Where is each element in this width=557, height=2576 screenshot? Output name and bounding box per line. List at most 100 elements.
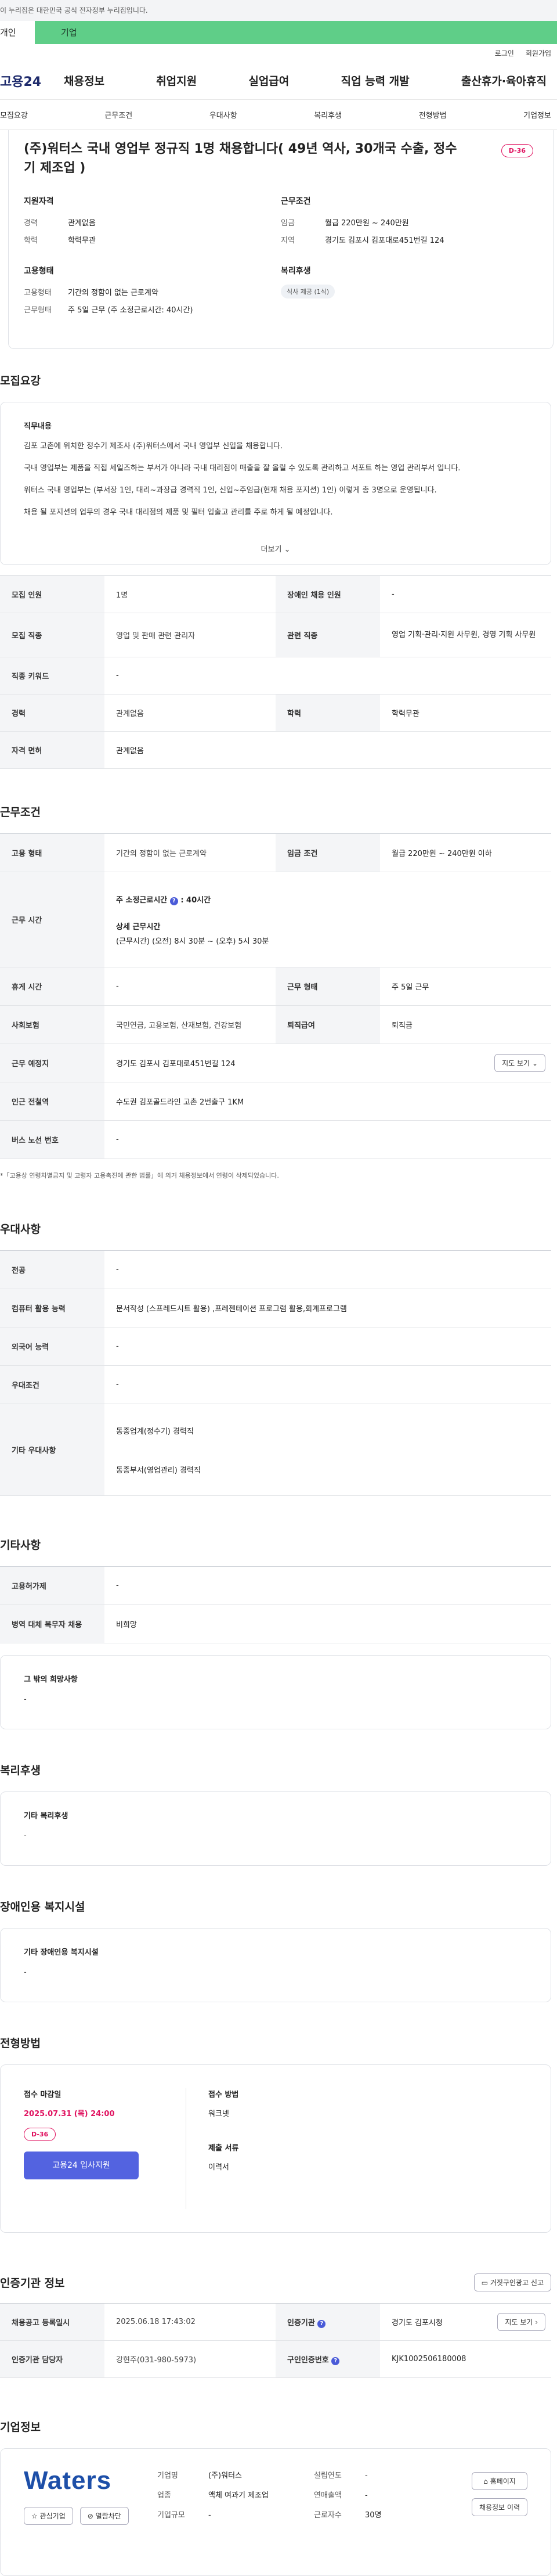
gnb-item-leave[interactable]: 출산휴가·육아휴직: [461, 73, 547, 88]
utility-bar: 로그인 회원가입: [0, 44, 557, 62]
anchor-company[interactable]: 기업정보: [523, 109, 551, 120]
type-workform: 근무형태 주 5일 근무 (주 소정근로시간: 40시간): [24, 302, 281, 319]
cell-label: 인증기관 ?: [276, 2303, 380, 2341]
company-box: Waters ☆ 관심기업 ⊘ 열람차단 기업명 (주)워터스 업종 액체 여과기 …: [0, 2448, 551, 2576]
table-row: 고용 형태 기간의 정함이 없는 근로계약 임금 조건 월급 220만원 ~ 240…: [0, 833, 551, 872]
cell-label: 고용허가제: [0, 1566, 104, 1605]
disability-box-value: -: [24, 1968, 27, 1977]
company-size-label: 기업규모: [157, 2511, 185, 2520]
login-link[interactable]: 로그인: [495, 48, 514, 58]
process-section-title: 전형방법: [0, 2037, 41, 2050]
deadline-col: 접수 마감일 2025.07.31 (목) 24:00 D-36 고용24 입사…: [24, 2088, 186, 2209]
tab-personal[interactable]: 개인: [0, 21, 35, 44]
homepage-button[interactable]: ⌂ 홈페이지: [471, 2472, 527, 2490]
disability-section-title: 장애인용 복지시설: [0, 1901, 85, 1913]
docs-title: 제출 서류: [208, 2144, 239, 2153]
job-description-line: 국내 영업부는 제품을 직접 세일즈하는 부서가 아니라 국내 대리점이 매출을…: [24, 464, 461, 473]
block-view-button[interactable]: ⊘ 열람차단: [79, 2507, 129, 2525]
cell-label: 모집 직종: [0, 613, 104, 657]
chevron-down-icon: ⌄: [284, 545, 291, 554]
star-icon: ☆: [31, 2512, 38, 2520]
method-title: 접수 방법: [208, 2091, 239, 2099]
meal-chip: 식사 제공 (1식): [281, 285, 335, 298]
table-row: 자격 면허 관계없음: [0, 731, 551, 769]
table-row: 우대조건 -: [0, 1365, 551, 1404]
cell-value: 관계없음: [104, 694, 276, 732]
table-row: 휴게 시간 - 근무 형태 주 5일 근무: [0, 967, 551, 1006]
join-link[interactable]: 회원가입: [526, 48, 551, 58]
info-icon[interactable]: ?: [317, 2319, 326, 2328]
cell-value: -: [104, 1250, 551, 1289]
etc-pref-line: 동종업계(정수기) 경력직: [116, 1427, 194, 1436]
pref-section-title: 우대사항: [0, 1223, 41, 1236]
table-row: 컴퓨터 활용 능력 문서작성 (스프레드시트 활용) ,프레젠테이션 프로그램 활…: [0, 1289, 551, 1327]
cell-value: -: [104, 1365, 551, 1404]
age-notice: *「고용상 연령차별금지 및 고령자 고용촉진에 관한 법률」에 의거 채용정보…: [0, 1172, 279, 1179]
cond-wage-value: 월급 220만원 ~ 240만원: [325, 219, 409, 228]
apply-button[interactable]: 고용24 입사지원: [24, 2152, 139, 2179]
cert-no-label: 구인인증번호: [287, 2355, 329, 2365]
report-fake-ad-button[interactable]: ▭ 거짓구인광고 신고: [473, 2273, 551, 2291]
company-size-value: -: [208, 2511, 211, 2520]
cond-wage: 임금 월급 220만원 ~ 240만원: [281, 215, 538, 232]
anchor-welfare[interactable]: 복리후생: [314, 109, 342, 120]
disability-box-title: 기타 장애인용 복지시설: [24, 1948, 99, 1957]
gnb-item-jobs[interactable]: 채용정보: [64, 73, 104, 88]
gnb-item-training[interactable]: 직업 능력 개발: [341, 73, 410, 88]
info-icon[interactable]: ?: [169, 897, 178, 905]
employment-type-title: 고용형태: [24, 267, 54, 276]
cell-value: 기간의 정함이 없는 근로계약: [104, 833, 276, 872]
cell-label: 모집 인원: [0, 575, 104, 613]
cell-label: 퇴직급여: [276, 1005, 380, 1044]
job-history-button[interactable]: 채용정보 이력: [471, 2498, 527, 2516]
company-size-row: 기업규모 -: [157, 2506, 314, 2525]
cell-value: 비희망: [104, 1604, 551, 1643]
table-row: 병역 대체 복무자 채용 비희망: [0, 1604, 551, 1643]
home-icon: ⌂: [483, 2477, 488, 2485]
cert-map-button[interactable]: 지도 보기 ›: [497, 2313, 545, 2331]
cell-label: 근무 시간: [0, 872, 104, 967]
tab-corporate[interactable]: 기업: [35, 21, 557, 44]
company-employees-value: 30명: [365, 2511, 382, 2520]
gnb-item-employment-support[interactable]: 취업지원: [156, 73, 197, 88]
company-logo: Waters: [24, 2466, 112, 2495]
job-summary-card: (주)워터스 국내 영업부 정규직 1명 채용합니다( 49년 역사, 30개국…: [8, 130, 554, 349]
cell-value: 수도권 김포골드라인 고촌 2번출구 1KM: [104, 1082, 551, 1121]
table-row: 근무 시간 주 소정근로시간 ? : 40시간 상세 근무시간 (근무시간) (…: [0, 872, 551, 967]
anchor-work[interactable]: 근무조건: [104, 109, 132, 120]
more-button[interactable]: 더보기 ⌄: [0, 535, 551, 565]
table-row: 채용공고 등록일시 2025.06.18 17:43:02 인증기관 ? 경기도 …: [0, 2303, 551, 2341]
cell-value: 국민연금, 고용보험, 산재보험, 건강보험: [104, 1005, 276, 1044]
company-name-row: 기업명 (주)워터스: [157, 2466, 314, 2486]
gnb-item-unemployment[interactable]: 실업급여: [248, 73, 289, 88]
job-description-line: 워터스 국내 영업부는 (부서장 1인, 대리~과장급 경력직 1인, 신입~주…: [24, 486, 437, 495]
type-contract-label: 고용형태: [24, 289, 52, 297]
cell-label: 외국어 능력: [0, 1327, 104, 1366]
cell-value: 퇴직금: [380, 1005, 551, 1044]
cell-label: 컴퓨터 활용 능력: [0, 1289, 104, 1327]
table-row: 버스 노선 번호 -: [0, 1120, 551, 1159]
cond-region-value: 경기도 김포시 김포대로451번길 124: [325, 236, 444, 245]
anchor-process[interactable]: 전형방법: [419, 109, 447, 120]
map-button[interactable]: 지도 보기 ⌄: [494, 1054, 545, 1072]
table-row: 기타 우대사항 동종업계(정수기) 경력직 동종부서(영업관리) 경력직: [0, 1404, 551, 1496]
qual-career-label: 경력: [24, 219, 38, 228]
anchor-recruit[interactable]: 모집요강: [0, 109, 28, 120]
info-icon[interactable]: ?: [331, 2356, 340, 2365]
cell-label: 전공: [0, 1250, 104, 1289]
favorite-label: 관심기업: [39, 2512, 66, 2520]
global-nav: 고용24 채용정보 취업지원 실업급여 직업 능력 개발 출산휴가·육아휴직: [0, 62, 557, 100]
site-logo[interactable]: 고용24: [0, 71, 64, 90]
company-buttons: ☆ 관심기업 ⊘ 열람차단: [24, 2507, 157, 2525]
favorite-company-button[interactable]: ☆ 관심기업: [24, 2507, 73, 2525]
cell-label: 직종 키워드: [0, 657, 104, 695]
disability-box: 기타 장애인용 복지시설 -: [0, 1928, 551, 2002]
company-revenue-value: -: [365, 2491, 368, 2500]
report-icon: ▭: [481, 2279, 489, 2287]
work-place-cell: 경기도 김포시 김포대로451번길 124 지도 보기 ⌄: [104, 1044, 551, 1082]
table-row: 고용허가제 -: [0, 1566, 551, 1605]
cell-label: 채용공고 등록일시: [0, 2303, 104, 2341]
type-workform-label: 근무형태: [24, 306, 52, 315]
detail-hours-title: 상세 근무시간: [116, 922, 161, 931]
anchor-pref[interactable]: 우대사항: [209, 109, 237, 120]
